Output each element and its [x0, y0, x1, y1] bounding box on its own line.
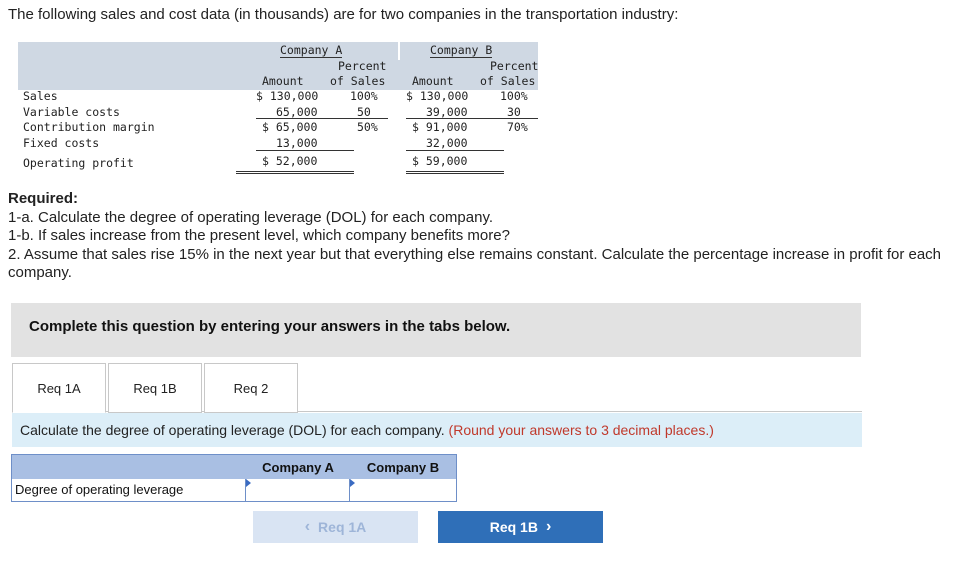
input-marker-icon [350, 479, 355, 487]
b-variable-costs-amount: 39,000 [426, 105, 468, 119]
dol-company-a-cell [245, 479, 350, 501]
company-a-header: Company A [280, 43, 343, 58]
company-a-percent-header-1: Percent [338, 59, 387, 73]
dol-company-b-input[interactable] [350, 479, 456, 501]
required-item-2: 2. Assume that sales rise 15% in the nex… [8, 245, 942, 282]
a-percent-divider [336, 118, 388, 119]
b-contribution-margin-amount: $ 91,000 [412, 120, 468, 134]
b-fixed-costs-amount: 32,000 [426, 136, 468, 150]
tab-req-1b[interactable]: Req 1B [108, 363, 202, 413]
a-sales-percent: 100% [350, 89, 378, 103]
a-amount-divider-2 [256, 150, 354, 151]
company-b-header: Company B [430, 43, 493, 58]
b-total-double-underline [406, 173, 504, 174]
financial-data-table: Company A Company B Percent Amount of Sa… [18, 42, 539, 174]
intro-text: The following sales and cost data (in th… [8, 6, 679, 23]
required-title: Required: [8, 190, 79, 207]
instruction-text-wrapper: Calculate the degree of operating levera… [20, 422, 714, 438]
input-marker-icon [246, 479, 251, 487]
required-item-1b: 1-b. If sales increase from the present … [8, 227, 510, 244]
instructions-banner: Complete this question by entering your … [11, 303, 861, 357]
instruction-bar: Calculate the degree of operating levera… [12, 413, 862, 447]
a-contribution-margin-percent: 50% [357, 120, 378, 134]
company-b-amount-header: Amount [412, 74, 454, 88]
banner-text: Complete this question by entering your … [29, 318, 511, 335]
answer-row-label: Degree of operating leverage [15, 482, 184, 497]
rounding-note: (Round your answers to 3 decimal places.… [448, 422, 714, 438]
required-section: Required: 1-a. Calculate the degree of o… [8, 190, 958, 283]
a-sales-amount: $ 130,000 [256, 89, 319, 103]
chevron-left-icon: ‹ [304, 518, 311, 535]
a-variable-costs-amount: 65,000 [276, 105, 318, 119]
company-b-percent-header-1: Percent [490, 59, 539, 73]
table-label-header-bg [18, 42, 238, 90]
row-label-operating-profit: Operating profit [23, 156, 134, 170]
dol-company-a-input[interactable] [246, 479, 350, 501]
row-label-variable-costs: Variable costs [23, 105, 120, 119]
answer-header-row: Company A Company B [11, 454, 457, 480]
a-operating-profit-amount: $ 52,000 [262, 154, 318, 168]
prev-button-label: Req 1A [318, 519, 367, 535]
prev-button[interactable]: ‹ Req 1A [253, 511, 418, 543]
b-variable-costs-percent: 30 [507, 105, 521, 119]
company-a-percent-header-2: of Sales [330, 74, 386, 88]
a-variable-costs-percent: 50 [357, 105, 371, 119]
a-total-underline [236, 171, 354, 172]
company-a-amount-header: Amount [262, 74, 304, 88]
answer-col-company-a: Company A [262, 459, 334, 475]
b-contribution-margin-percent: 70% [507, 120, 528, 134]
answer-row-dol: Degree of operating leverage [11, 479, 457, 502]
row-label-fixed-costs: Fixed costs [23, 136, 100, 150]
b-amount-divider-2 [406, 150, 504, 151]
answer-col-company-b: Company B [366, 459, 440, 475]
tab-req-2[interactable]: Req 2 [204, 363, 298, 413]
company-b-percent-header-2: of Sales [480, 74, 536, 88]
required-item-1a: 1-a. Calculate the degree of operating l… [8, 208, 493, 226]
a-contribution-margin-amount: $ 65,000 [262, 120, 318, 134]
a-fixed-costs-amount: 13,000 [276, 136, 318, 150]
b-operating-profit-amount: $ 59,000 [412, 154, 468, 168]
b-total-underline [406, 171, 504, 172]
a-total-double-underline [236, 173, 354, 174]
tab-req-1a[interactable]: Req 1A [12, 363, 106, 413]
row-label-sales: Sales [23, 89, 58, 103]
next-button[interactable]: Req 1B › [438, 511, 603, 543]
instruction-text: Calculate the degree of operating levera… [20, 422, 445, 438]
dol-company-b-cell [349, 479, 456, 501]
b-percent-divider [480, 118, 538, 119]
next-button-label: Req 1B [489, 519, 538, 535]
b-sales-amount: $ 130,000 [406, 89, 469, 103]
chevron-right-icon: › [545, 518, 552, 535]
row-label-contribution-margin: Contribution margin [23, 120, 155, 134]
b-sales-percent: 100% [500, 89, 528, 103]
